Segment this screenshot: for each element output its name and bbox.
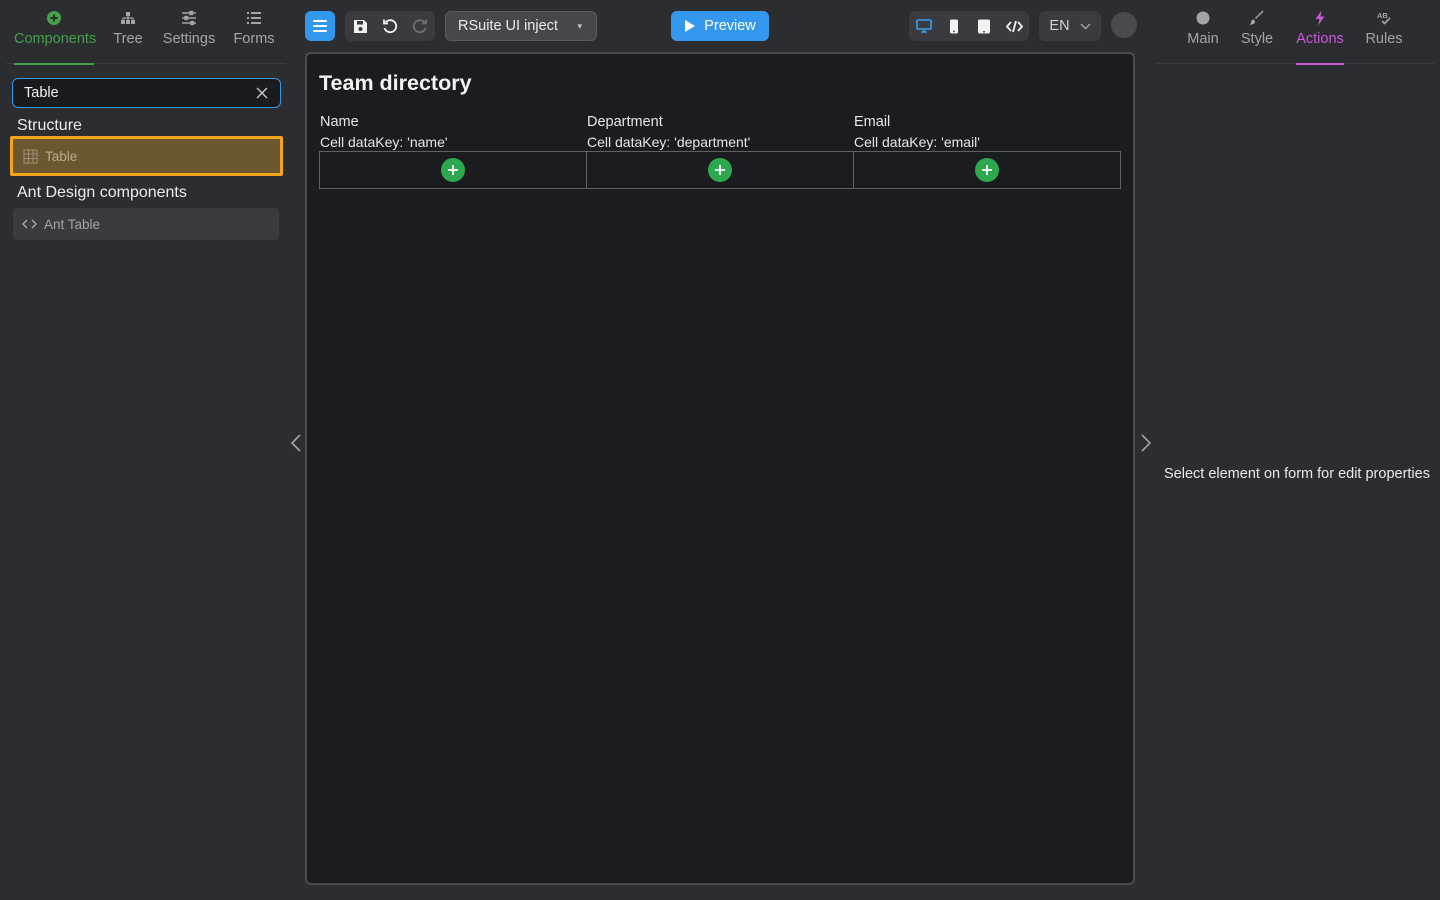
tab-style[interactable]: Style: [1239, 10, 1275, 64]
plus-icon: [448, 165, 458, 175]
code-icon: [1005, 20, 1023, 32]
component-search: [12, 78, 281, 108]
table-column-name[interactable]: Name Cell dataKey: 'name': [319, 112, 587, 152]
form-title: Team directory: [319, 71, 472, 95]
tree-icon: [108, 10, 148, 30]
component-item-table-label: Table: [45, 148, 78, 164]
project-select-value: RSuite UI inject: [458, 18, 558, 34]
plus-icon: [715, 165, 725, 175]
caret-down-icon: ▾: [577, 20, 582, 31]
device-switcher: [909, 11, 1029, 41]
tab-components[interactable]: Components: [14, 10, 97, 65]
column-cell-name: Cell dataKey: 'name': [320, 134, 448, 150]
column-cell-email: Cell dataKey: 'email': [854, 134, 980, 150]
tab-main-label: Main: [1187, 31, 1219, 47]
hamburger-icon: [313, 20, 327, 32]
plus-circle-icon: [14, 10, 94, 30]
tab-rules-label: Rules: [1365, 31, 1403, 47]
preview-button-label: Preview: [704, 18, 756, 34]
code-view-button[interactable]: [999, 11, 1029, 41]
cell-drop-zone-email[interactable]: [853, 151, 1121, 189]
circle-icon: [1185, 10, 1221, 30]
svg-text:AB: AB: [1377, 11, 1388, 20]
component-item-ant-table[interactable]: Ant Table: [13, 208, 279, 240]
tab-tree[interactable]: Tree: [108, 10, 148, 64]
cell-drop-zone-name[interactable]: [319, 151, 587, 189]
theme-toggle-button[interactable]: [1111, 12, 1137, 38]
spellcheck-icon: AB: [1365, 10, 1403, 30]
tab-actions-label: Actions: [1296, 31, 1344, 47]
redo-icon: [412, 19, 427, 34]
tab-actions[interactable]: Actions: [1296, 10, 1344, 65]
tab-rules[interactable]: AB Rules: [1365, 10, 1403, 64]
table-column-email[interactable]: Email Cell dataKey: 'email': [853, 112, 1121, 152]
table-column-department[interactable]: Department Cell dataKey: 'department': [586, 112, 854, 152]
save-button[interactable]: [345, 11, 375, 41]
save-icon: [353, 19, 367, 33]
collapse-left-panel-button[interactable]: [288, 432, 304, 454]
ant-design-section-title: Ant Design components: [17, 184, 187, 201]
tab-main[interactable]: Main: [1185, 10, 1221, 64]
left-tabs: Components Tree Settings Forms: [6, 0, 286, 65]
mobile-icon: [950, 19, 958, 33]
preview-button[interactable]: Preview: [671, 11, 769, 41]
sliders-icon: [160, 10, 218, 30]
tab-tree-label: Tree: [113, 31, 143, 47]
undo-icon: [383, 19, 398, 34]
top-toolbar: RSuite UI inject ▾ Preview EN: [305, 0, 1140, 52]
right-panel: Main Style Actions AB Rules Select eleme…: [1155, 0, 1440, 900]
tab-settings-label: Settings: [162, 31, 216, 47]
moon-icon: [1117, 17, 1128, 32]
search-input[interactable]: [24, 85, 254, 101]
component-item-table[interactable]: Table: [10, 136, 283, 176]
mobile-view-button[interactable]: [939, 11, 969, 41]
brush-icon: [1239, 10, 1275, 30]
add-component-button[interactable]: [975, 158, 999, 182]
play-icon: [685, 20, 696, 32]
tab-style-label: Style: [1240, 31, 1274, 47]
cell-drop-zone-department[interactable]: [586, 151, 854, 189]
lightning-icon: [1296, 10, 1344, 30]
code-icon: [21, 216, 37, 232]
menu-button[interactable]: [305, 11, 335, 41]
tab-forms-label: Forms: [233, 31, 275, 47]
column-cell-department: Cell dataKey: 'department': [587, 134, 751, 150]
component-item-ant-table-label: Ant Table: [44, 216, 101, 232]
clear-search-icon[interactable]: [254, 85, 270, 101]
plus-icon: [982, 165, 992, 175]
structure-section-title: Structure: [17, 117, 82, 134]
table-icon: [22, 148, 38, 164]
column-header-name: Name: [320, 114, 359, 130]
form-canvas[interactable]: Team directory Name Cell dataKey: 'name'…: [305, 52, 1135, 885]
left-panel: Components Tree Settings Forms Structure: [0, 0, 292, 900]
tab-forms[interactable]: Forms: [232, 10, 276, 64]
tab-settings[interactable]: Settings: [160, 10, 218, 64]
redo-button[interactable]: [405, 11, 435, 41]
chevron-down-icon: [1080, 23, 1091, 29]
tablet-icon: [978, 19, 990, 33]
column-header-email: Email: [854, 114, 891, 130]
undo-button[interactable]: [375, 11, 405, 41]
language-select-value: EN: [1049, 18, 1070, 34]
project-select[interactable]: RSuite UI inject ▾: [445, 11, 597, 41]
desktop-view-button[interactable]: [909, 11, 939, 41]
tablet-view-button[interactable]: [969, 11, 999, 41]
collapse-right-panel-button[interactable]: [1138, 432, 1154, 454]
add-component-button[interactable]: [708, 158, 732, 182]
file-actions-group: [345, 11, 435, 41]
properties-empty-message: Select element on form for edit properti…: [1164, 466, 1430, 482]
language-select[interactable]: EN: [1039, 11, 1101, 41]
add-component-button[interactable]: [441, 158, 465, 182]
right-tabs: Main Style Actions AB Rules: [1155, 0, 1435, 65]
tab-components-label: Components: [14, 31, 97, 47]
list-icon: [232, 10, 276, 30]
desktop-icon: [916, 19, 932, 33]
column-header-department: Department: [587, 114, 663, 130]
